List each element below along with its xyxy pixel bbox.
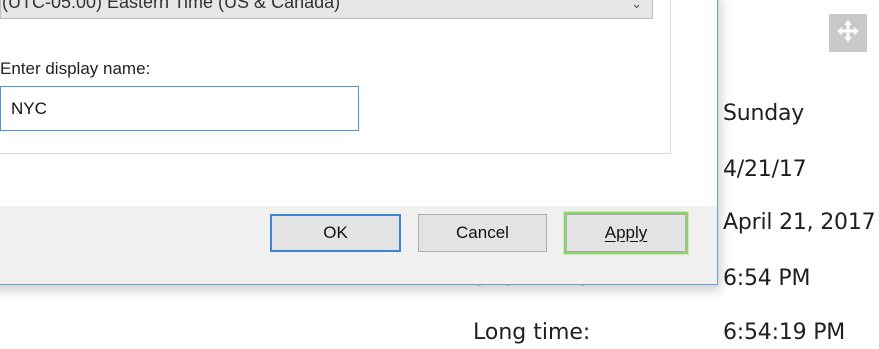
cancel-button[interactable]: Cancel	[418, 214, 547, 252]
apply-button-label: Apply	[604, 223, 648, 242]
ok-button[interactable]: OK	[270, 214, 401, 252]
cancel-button-label: Cancel	[456, 223, 509, 242]
add-clock-dialog: (UTC-05:00) Eastern Time (US & Canada) ⌄…	[0, 0, 718, 285]
timezone-select[interactable]: (UTC-05:00) Eastern Time (US & Canada) ⌄	[0, 0, 653, 19]
chevron-down-icon: ⌄	[631, 0, 642, 11]
move-handle[interactable]	[829, 14, 867, 52]
first-day-of-week-value: Sunday	[723, 101, 805, 126]
long-time-value: 6:54:19 PM	[723, 320, 846, 345]
apply-button[interactable]: Apply	[566, 214, 686, 252]
short-date-value: 4/21/17	[723, 157, 807, 182]
long-date-value: April 21, 2017	[723, 210, 876, 235]
screenshot-stage: Sunday 4/21/17 April 21, 2017 Short time…	[0, 0, 879, 349]
dialog-content: (UTC-05:00) Eastern Time (US & Canada) ⌄…	[0, 0, 671, 154]
display-name-label: Enter display name:	[0, 59, 151, 78]
display-name-input[interactable]	[0, 86, 359, 131]
short-time-value: 6:54 PM	[723, 266, 811, 291]
timezone-select-value: (UTC-05:00) Eastern Time (US & Canada)	[2, 0, 341, 12]
move-icon	[836, 19, 860, 48]
ok-button-label: OK	[323, 223, 348, 242]
long-time-label: Long time:	[473, 320, 591, 345]
